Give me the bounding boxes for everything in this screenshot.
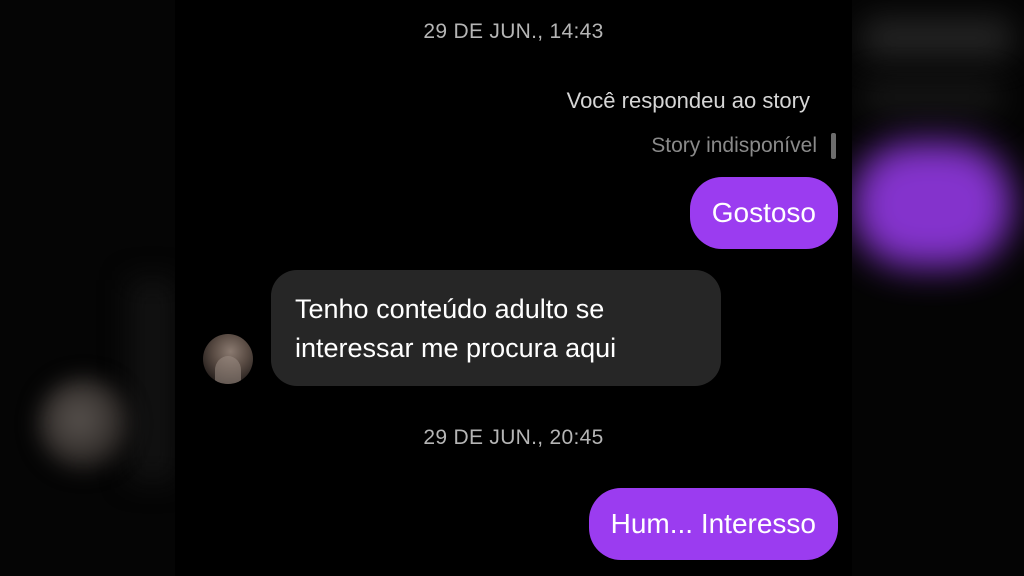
outgoing-message-bubble[interactable]: Hum... Interesso	[588, 488, 838, 560]
story-unavailable-label: Story indisponível	[651, 134, 817, 157]
blurred-avatar-icon	[38, 378, 130, 470]
message-text-line: Tenho conteúdo adulto se	[295, 294, 605, 324]
blurred-text	[862, 18, 1012, 58]
blurred-background-left	[0, 0, 175, 576]
blurred-strip	[130, 280, 175, 480]
incoming-message-bubble[interactable]: Tenho conteúdo adulto se interessar me p…	[271, 270, 721, 386]
story-reply-notice: Você respondeu ao story	[566, 88, 810, 113]
outgoing-message-bubble[interactable]: Gostoso	[689, 177, 838, 249]
contact-avatar-icon[interactable]	[203, 334, 253, 384]
message-text: Gostoso	[711, 197, 816, 228]
story-thumbnail-bar	[831, 133, 836, 159]
blurred-text	[862, 82, 1002, 112]
blurred-background-right	[852, 0, 1024, 576]
message-timestamp: 29 DE JUN., 20:45	[423, 426, 604, 449]
message-text: Hum... Interesso	[610, 508, 816, 539]
blurred-message-bubble	[852, 142, 1012, 267]
chat-thread[interactable]: 29 DE JUN., 14:43 Você respondeu ao stor…	[175, 0, 852, 576]
message-text-line: interessar me procura aqui	[295, 333, 617, 363]
story-reference[interactable]: Story indisponível	[651, 133, 836, 159]
message-timestamp: 29 DE JUN., 14:43	[423, 20, 604, 43]
screenshot-stage: 29 DE JUN., 14:43 Você respondeu ao stor…	[0, 0, 1024, 576]
